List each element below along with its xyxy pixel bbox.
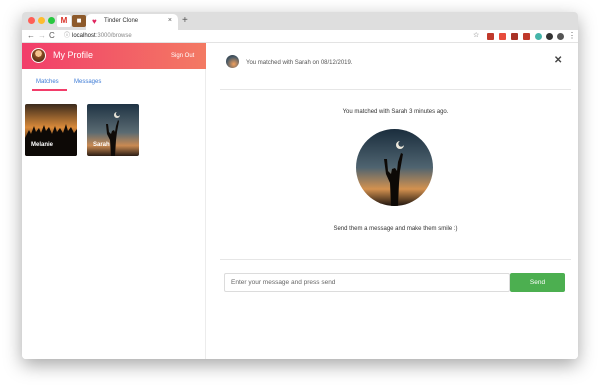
extension-icon[interactable] — [523, 33, 530, 40]
browser-tab-active[interactable]: ♥ Tinder Clone × — [86, 14, 178, 30]
minimize-window-button[interactable] — [38, 17, 45, 24]
send-button[interactable]: Send — [510, 273, 565, 292]
woman-sky-silhouette-photo — [356, 129, 433, 206]
sign-out-button[interactable]: Sign Out — [171, 52, 194, 60]
profile-avatar-icon[interactable] — [557, 33, 564, 40]
avatar[interactable] — [31, 48, 46, 63]
bookmark-star-icon[interactable]: ☆ — [473, 31, 479, 41]
extension-icon[interactable] — [487, 33, 494, 40]
profile-header: My Profile Sign Out — [22, 43, 206, 69]
tab-title: Tinder Clone — [104, 18, 139, 24]
matched-ago-text: You matched with Sarah 3 minutes ago. — [342, 109, 449, 115]
match-photo — [356, 129, 433, 206]
reload-icon[interactable]: C — [49, 31, 55, 41]
url-host: localhost — [72, 33, 96, 39]
gmail-pinned-tab[interactable]: M — [57, 15, 71, 27]
divider — [220, 89, 571, 90]
chat-panel: You matched with Sarah on 08/12/2019. ✕ … — [220, 43, 578, 359]
close-window-button[interactable] — [28, 17, 35, 24]
url-path: :3000/browse — [95, 33, 132, 39]
divider — [220, 259, 571, 260]
browser-tab-bar: M ■ ♥ Tinder Clone × + — [22, 12, 578, 30]
new-tab-button[interactable]: + — [182, 15, 188, 27]
bag-pinned-tab[interactable]: ■ — [72, 15, 86, 27]
app-page: My Profile Sign Out Matches Messages Mel… — [22, 43, 578, 359]
avatar — [226, 55, 239, 68]
browser-window: M ■ ♥ Tinder Clone × + ← → C ⓘ localhost… — [22, 12, 578, 359]
match-name: Melanie — [31, 142, 54, 148]
match-header-text: You matched with Sarah on 08/12/2019. — [246, 60, 353, 66]
cta-text: Send them a message and make them smile … — [333, 226, 458, 232]
extension-icon[interactable] — [546, 33, 553, 40]
forward-icon[interactable]: → — [38, 31, 46, 41]
address-bar[interactable]: localhost:3000/browse — [72, 32, 132, 41]
profile-title[interactable]: My Profile — [53, 50, 93, 61]
active-tab-indicator — [32, 89, 67, 91]
close-icon[interactable]: ✕ — [554, 55, 562, 67]
tab-matches[interactable]: Matches — [36, 78, 59, 86]
match-card-sarah[interactable]: Sarah — [87, 104, 139, 156]
back-icon[interactable]: ← — [27, 31, 35, 41]
match-name: Sarah — [93, 142, 110, 148]
extension-icon[interactable] — [499, 33, 506, 40]
extension-icon[interactable] — [511, 33, 518, 40]
message-input[interactable] — [224, 273, 510, 292]
browser-menu-icon[interactable]: ⋮ — [568, 30, 576, 41]
info-icon[interactable]: ⓘ — [64, 32, 70, 41]
sidebar: My Profile Sign Out Matches Messages Mel… — [22, 43, 206, 359]
match-card-melanie[interactable]: Melanie — [25, 104, 77, 156]
heart-icon: ♥ — [92, 17, 97, 26]
maximize-window-button[interactable] — [48, 17, 55, 24]
extension-icon[interactable] — [535, 33, 542, 40]
tab-messages[interactable]: Messages — [74, 78, 101, 86]
browser-toolbar: ← → C ⓘ localhost:3000/browse ☆ ⋮ — [22, 30, 578, 43]
tab-close-icon[interactable]: × — [168, 17, 172, 24]
